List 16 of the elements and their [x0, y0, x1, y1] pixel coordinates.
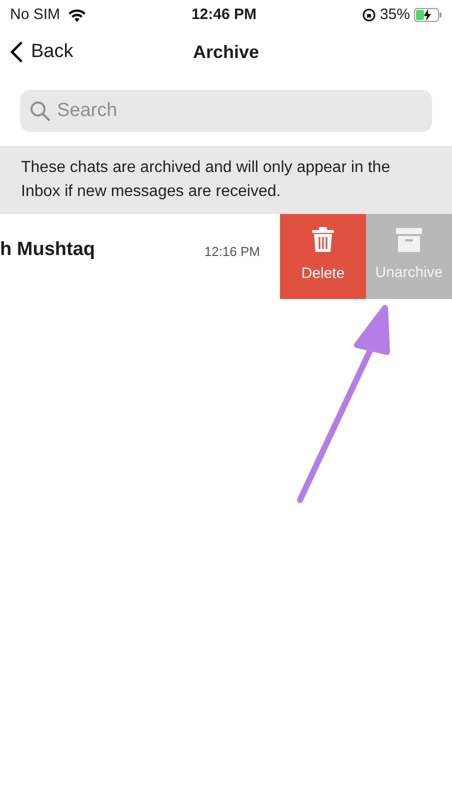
chevron-left-icon	[10, 41, 23, 63]
rotation-lock-icon	[362, 8, 376, 22]
archive-box-icon	[396, 228, 422, 252]
battery-charging-icon	[414, 8, 442, 22]
contact-name: h Mushtaq	[0, 238, 95, 262]
screen-title: Archive	[192, 40, 260, 64]
clock-time: 12:46 PM	[191, 4, 257, 25]
search-field[interactable]: Search	[20, 90, 432, 132]
back-button[interactable]: Back	[0, 38, 74, 66]
archive-notice: These chats are archived and will only appear in the Inbox if new messages are received.	[0, 146, 452, 214]
delete-button[interactable]: Delete	[280, 214, 366, 299]
trash-icon	[311, 227, 335, 254]
carrier-label: No SIM	[10, 4, 60, 25]
battery-percent: 35%	[380, 4, 410, 25]
message-time: 12:16 PM	[204, 243, 260, 261]
wifi-icon	[68, 8, 86, 22]
